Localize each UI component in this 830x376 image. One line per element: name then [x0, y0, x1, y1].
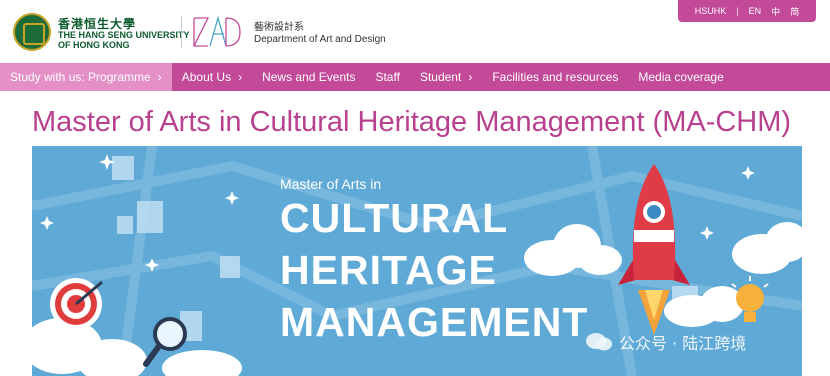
- rocket-icon: [618, 164, 690, 335]
- nav-item-label: Student: [419, 70, 462, 84]
- university-name-en-line1[interactable]: THE HANG SENG UNIVERSITY: [58, 30, 190, 40]
- lang-en-link[interactable]: EN: [749, 6, 762, 16]
- header-divider: [181, 16, 182, 48]
- nav-item-label: Media coverage: [638, 70, 724, 84]
- banner-heading-line3: MANAGEMENT: [280, 299, 589, 345]
- site-header: 香港恒生大學 THE HANG SENG UNIVERSITY OF HONG …: [0, 0, 830, 63]
- lang-sc-link[interactable]: 简: [790, 5, 799, 18]
- department-name-cn[interactable]: 藝術設計系: [254, 18, 304, 33]
- university-name-en-line2[interactable]: OF HONG KONG: [58, 40, 130, 50]
- chevron-right-icon: ›: [238, 70, 243, 84]
- lang-tc-link[interactable]: 中: [771, 5, 780, 18]
- nav-item-label: Facilities and resources: [492, 70, 619, 84]
- main-nav: Study with us: Programme › About Us › Ne…: [0, 63, 830, 91]
- target-icon: [50, 278, 103, 330]
- nav-item-label: Study with us: Programme: [10, 70, 151, 84]
- department-name-en[interactable]: Department of Art and Design: [254, 34, 386, 45]
- nav-item-media-coverage[interactable]: Media coverage: [628, 63, 733, 91]
- banner-heading-line2: HERITAGE: [280, 247, 497, 293]
- lightbulb-icon: [731, 276, 769, 322]
- nav-item-student[interactable]: Student ›: [410, 63, 482, 91]
- dad-logo-icon[interactable]: [190, 14, 242, 50]
- nav-item-label: About Us: [181, 70, 232, 84]
- utility-bar: HSUHK | EN 中 简: [678, 0, 816, 22]
- magnifier-icon: [143, 317, 187, 367]
- nav-item-label: News and Events: [262, 70, 356, 84]
- nav-item-facilities[interactable]: Facilities and resources: [482, 63, 628, 91]
- page-title: Master of Arts in Cultural Heritage Mana…: [32, 106, 792, 138]
- nav-item-news-events[interactable]: News and Events: [252, 63, 365, 91]
- nav-item-about-us[interactable]: About Us ›: [172, 63, 252, 91]
- wechat-icon: [586, 333, 612, 351]
- chevron-right-icon: ›: [468, 70, 473, 84]
- watermark-text: 公众号 · 陆江跨境: [619, 334, 747, 353]
- utility-separator: |: [736, 6, 739, 16]
- wechat-watermark: 公众号 · 陆江跨境: [585, 330, 746, 354]
- university-seal-icon[interactable]: [13, 13, 51, 51]
- nav-item-label: Staff: [375, 70, 400, 84]
- chevron-right-icon: ›: [157, 70, 162, 84]
- hsuhk-link[interactable]: HSUHK: [695, 6, 727, 16]
- banner-heading-line1: CULTURAL: [280, 195, 509, 241]
- nav-item-staff[interactable]: Staff: [365, 63, 409, 91]
- banner-subtitle: Master of Arts in: [280, 176, 382, 192]
- nav-item-programme[interactable]: Study with us: Programme ›: [0, 63, 172, 91]
